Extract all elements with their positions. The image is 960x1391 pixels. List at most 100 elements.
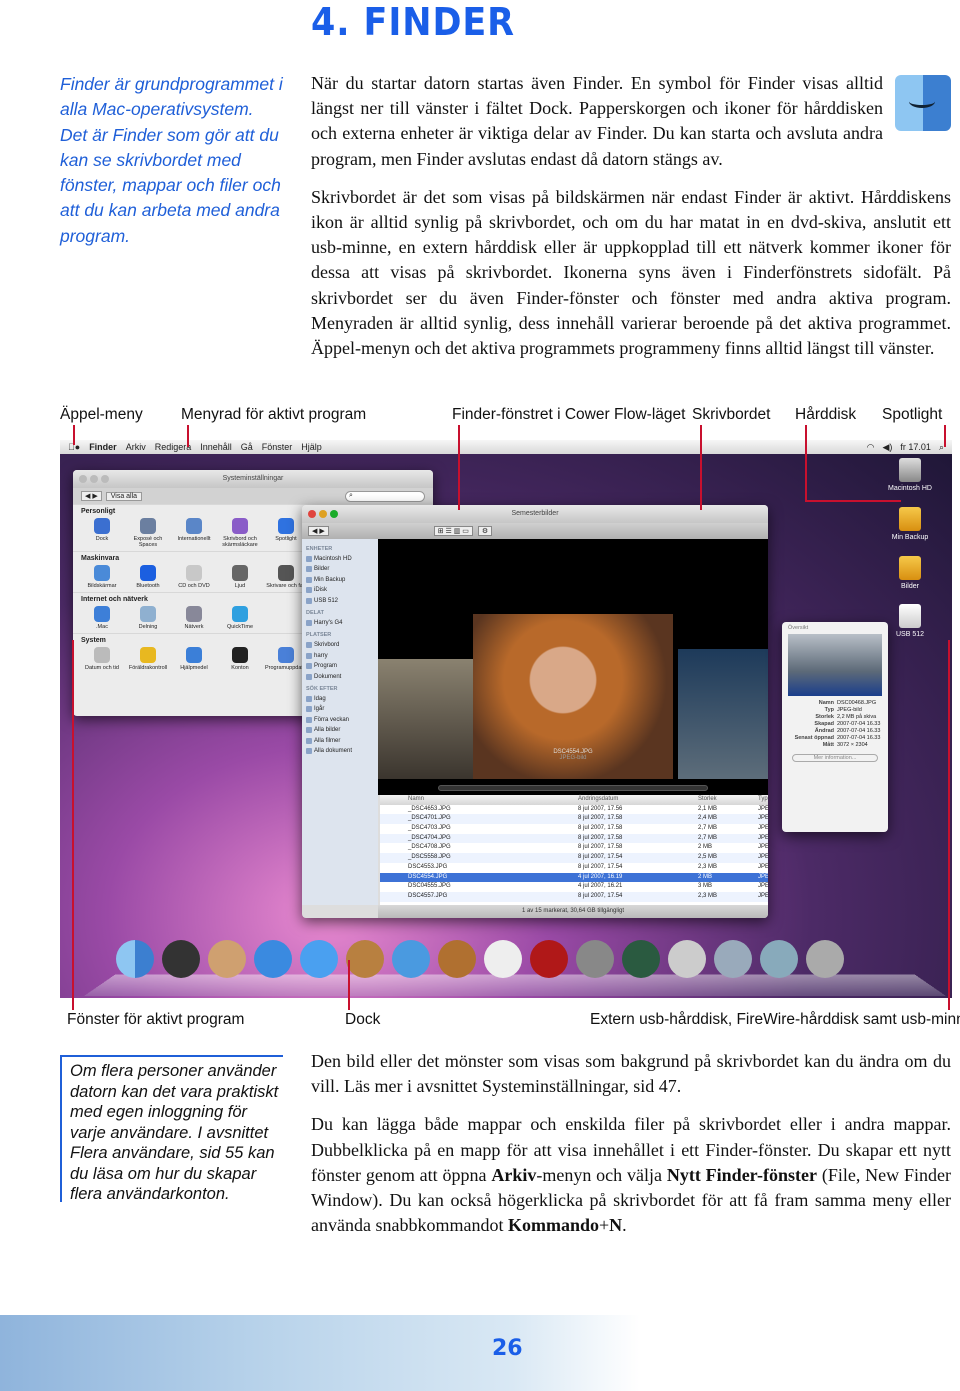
pref-pane[interactable]: Datum och tid bbox=[81, 647, 123, 671]
trash-icon[interactable] bbox=[806, 940, 844, 978]
pref-pane[interactable]: Skrivare och fax bbox=[265, 565, 307, 589]
cover-flow: DSC4554.JPG JPEG-bild bbox=[378, 539, 768, 795]
safari-icon[interactable] bbox=[254, 940, 292, 978]
pref-pane-icon bbox=[278, 518, 294, 534]
pref-pane[interactable]: Skrivbord och skärmsläckare bbox=[219, 518, 261, 548]
clock[interactable]: fr 17.01 bbox=[900, 442, 931, 453]
file-cell: 8 jul 2007, 17.58 bbox=[578, 834, 623, 841]
menu-hjalp[interactable]: Hjälp bbox=[301, 442, 322, 452]
sidebar-item[interactable]: Dokument bbox=[306, 672, 374, 682]
cover-flow-scrollbar[interactable] bbox=[438, 785, 708, 791]
sidebar-item[interactable]: Program bbox=[306, 661, 374, 671]
show-all-button[interactable]: Visa alla bbox=[105, 491, 143, 501]
desktop-icon-usb-512[interactable]: USB 512 bbox=[884, 604, 936, 638]
file-row[interactable]: DSC04555.JPG 4 jul 2007, 16.21 3 MB JPEG-bi… bbox=[380, 882, 768, 892]
column-header[interactable]: Ändringsdatum bbox=[578, 795, 698, 805]
cover-image-left[interactable] bbox=[378, 659, 473, 779]
view-buttons[interactable]: ⊞ ☰ ▥ ▭ bbox=[433, 526, 473, 536]
system-preferences-icon[interactable] bbox=[576, 940, 614, 978]
file-cell: JPEG-bild bbox=[758, 844, 768, 851]
pref-pane[interactable]: Delning bbox=[127, 606, 169, 630]
pref-pane[interactable]: Dock bbox=[81, 518, 123, 548]
pref-pane[interactable]: Bildskärmar bbox=[81, 565, 123, 589]
sidebar-item[interactable]: Förra veckan bbox=[306, 715, 374, 725]
sidebar-group[interactable]: DELAT bbox=[306, 610, 374, 616]
file-row[interactable]: _DSC4708.JPG 8 jul 2007, 17.58 2 MB JPEG-bi… bbox=[380, 843, 768, 853]
sidebar-item[interactable]: Alla bilder bbox=[306, 725, 374, 735]
sidebar-group[interactable]: PLATSER bbox=[306, 632, 374, 638]
sidebar-item[interactable]: Macintosh HD bbox=[306, 554, 374, 564]
sidebar-item[interactable]: Idag bbox=[306, 694, 374, 704]
pref-pane[interactable]: Programuppdatering bbox=[265, 647, 315, 671]
sidebar-item[interactable]: Min Backup bbox=[306, 575, 374, 585]
file-row[interactable]: _DSC4704.JPG 8 jul 2007, 17.58 2,7 MB JPEG-… bbox=[380, 833, 768, 844]
wifi-icon[interactable]: ◠ bbox=[867, 442, 875, 453]
pref-pane[interactable]: Nätverk bbox=[173, 606, 215, 630]
sidebar-item[interactable]: Igår bbox=[306, 704, 374, 714]
sidebar-item[interactable]: Alla dokument bbox=[306, 746, 374, 756]
back-forward-buttons[interactable]: ◀ ▶ bbox=[81, 491, 102, 501]
file-row[interactable]: DSC4554.JPG 4 jul 2007, 16.19 2 MB JPEG-bil… bbox=[380, 872, 768, 883]
menu-innehall[interactable]: Innehåll bbox=[200, 442, 232, 452]
search-input[interactable]: ⌕ bbox=[345, 490, 425, 502]
menu-redigera[interactable]: Redigera bbox=[155, 442, 192, 452]
action-button[interactable]: ⚙ bbox=[477, 526, 493, 536]
file-row[interactable]: _DSC4653.JPG 8 jul 2007, 17.56 2,1 MB JPEG-… bbox=[380, 805, 768, 815]
iphoto-icon[interactable] bbox=[438, 940, 476, 978]
finder-icon[interactable] bbox=[116, 940, 154, 978]
sidebar-item[interactable]: Harry's G4 bbox=[306, 618, 374, 628]
ical-icon[interactable] bbox=[484, 940, 522, 978]
pref-pane[interactable]: Ljud bbox=[219, 565, 261, 589]
pref-pane[interactable]: .Mac bbox=[81, 606, 123, 630]
itunes-icon[interactable] bbox=[392, 940, 430, 978]
callout-desktop: Skrivbordet bbox=[692, 406, 771, 423]
menu-arkiv[interactable]: Arkiv bbox=[126, 442, 146, 452]
sidebar-item[interactable]: Alla filmer bbox=[306, 736, 374, 746]
file-row[interactable]: _DSC4703.JPG 8 jul 2007, 17.58 2,7 MB JPEG-… bbox=[380, 824, 768, 834]
mail-icon[interactable] bbox=[208, 940, 246, 978]
desktop-icon-macintosh-hd[interactable]: Macintosh HD bbox=[884, 458, 936, 492]
pref-pane[interactable]: Hjälpmedel bbox=[173, 647, 215, 671]
sidebar-item[interactable]: iDisk bbox=[306, 585, 374, 595]
file-cell: JPEG-bild bbox=[758, 863, 768, 870]
file-row[interactable]: _DSC4701.JPG 8 jul 2007, 17.58 2,4 MB JPEG-… bbox=[380, 814, 768, 825]
sidebar-item[interactable]: harry bbox=[306, 651, 374, 661]
desktop-icon-bilder[interactable]: Bilder bbox=[884, 556, 936, 590]
photo-booth-icon[interactable] bbox=[530, 940, 568, 978]
ichat-icon[interactable] bbox=[300, 940, 338, 978]
back-forward-buttons[interactable]: ◀ ▶ bbox=[308, 526, 329, 536]
pref-pane[interactable]: Spotlight bbox=[265, 518, 307, 548]
mail-stamp-icon[interactable] bbox=[668, 940, 706, 978]
column-header[interactable]: Namn bbox=[408, 795, 578, 805]
menu-fonster[interactable]: Fönster bbox=[262, 442, 293, 452]
column-header[interactable]: Storlek bbox=[698, 795, 758, 805]
sidebar-group[interactable]: ENHETER bbox=[306, 546, 374, 552]
sidebar-item[interactable]: Bilder bbox=[306, 564, 374, 574]
volume-icon[interactable]: ◀) bbox=[883, 442, 893, 453]
pref-pane[interactable]: Bluetooth bbox=[127, 565, 169, 589]
address-book-icon[interactable] bbox=[346, 940, 384, 978]
sidebar-item[interactable]: Skrivbord bbox=[306, 640, 374, 650]
file-row[interactable]: DSC4557.JPG 8 jul 2007, 17.54 2,3 MB JPEG-b… bbox=[380, 891, 768, 902]
menu-ga[interactable]: Gå bbox=[241, 442, 253, 452]
pref-pane[interactable]: QuickTime bbox=[219, 606, 261, 630]
pref-pane[interactable]: Internationellt bbox=[173, 518, 215, 548]
desktop-icon-min-backup[interactable]: Min Backup bbox=[884, 507, 936, 541]
time-machine-icon[interactable] bbox=[622, 940, 660, 978]
menu-finder[interactable]: Finder bbox=[89, 442, 117, 452]
downloads-stack-icon[interactable] bbox=[760, 940, 798, 978]
column-header[interactable]: Typ bbox=[758, 795, 768, 805]
more-info-button[interactable]: Mer information... bbox=[792, 754, 878, 762]
pref-pane[interactable]: Föräldrakontroll bbox=[127, 647, 169, 671]
file-cell: DSC4553.JPG bbox=[408, 863, 448, 870]
documents-stack-icon[interactable] bbox=[714, 940, 752, 978]
sidebar-group[interactable]: SÖK EFTER bbox=[306, 686, 374, 692]
pref-pane[interactable]: CD och DVD bbox=[173, 565, 215, 589]
file-row[interactable]: _DSC5558.JPG 8 jul 2007, 17.54 2,5 MB JPEG-… bbox=[380, 853, 768, 863]
file-cell: 4 jul 2007, 16.21 bbox=[578, 883, 623, 890]
pref-pane[interactable]: Konton bbox=[219, 647, 261, 671]
file-row[interactable]: DSC4553.JPG 8 jul 2007, 17.54 2,3 MB JPEG-b… bbox=[380, 863, 768, 873]
pref-pane[interactable]: Exposé och Spaces bbox=[127, 518, 169, 548]
sidebar-item[interactable]: USB 512 bbox=[306, 596, 374, 606]
dashboard-icon[interactable] bbox=[162, 940, 200, 978]
